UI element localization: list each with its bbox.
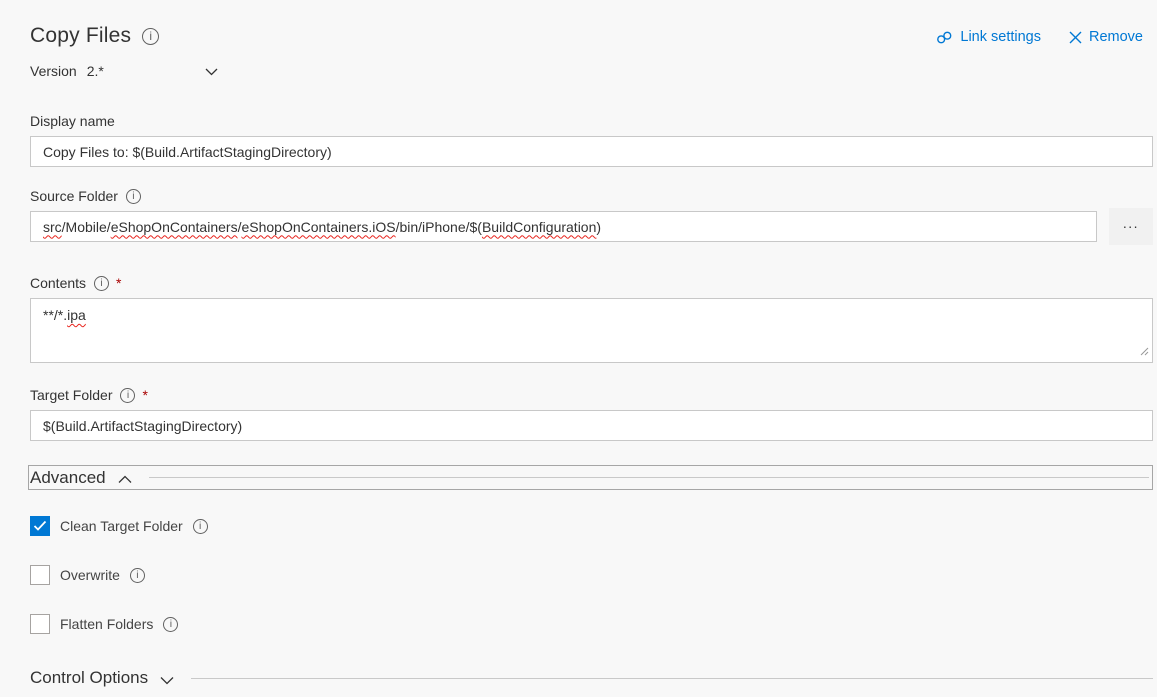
advanced-section-label: Advanced [30, 468, 106, 488]
target-folder-label: Target Folder [30, 387, 112, 403]
contents-label: Contents [30, 275, 86, 291]
checkbox-box[interactable] [30, 614, 50, 634]
display-name-value: Copy Files to: $(Build.ArtifactStagingDi… [43, 144, 332, 160]
checkbox-label: Flatten Folders [60, 616, 153, 632]
value-segment: ) [596, 219, 601, 235]
page-title: Copy Files [30, 24, 131, 48]
version-label: Version [30, 63, 77, 79]
checkbox-flatten-folders[interactable]: Flatten Folders [30, 614, 1157, 634]
version-value: 2.* [87, 63, 205, 79]
required-marker: * [142, 387, 147, 403]
info-icon[interactable] [193, 519, 208, 534]
value-segment: eShopOnContainers [111, 219, 238, 235]
info-icon[interactable] [126, 189, 141, 204]
contents-value: **/*.ipa [43, 307, 1140, 323]
value-segment: /Mobile/ [62, 219, 111, 235]
link-icon [936, 30, 953, 45]
chevron-up-icon [118, 471, 132, 487]
checkbox-box[interactable] [30, 516, 50, 536]
control-options-section-label: Control Options [30, 668, 148, 688]
info-icon[interactable] [163, 617, 178, 632]
task-header: Copy Files Link settings Remove [0, 0, 1157, 48]
section-divider [149, 477, 1149, 478]
info-icon[interactable] [120, 388, 135, 403]
browse-button[interactable]: ... [1109, 208, 1153, 245]
required-marker: * [116, 275, 121, 291]
contents-textarea[interactable]: **/*.ipa [30, 298, 1153, 363]
section-advanced[interactable]: Advanced [28, 465, 1153, 490]
checkbox-label: Overwrite [60, 567, 120, 583]
link-settings-button[interactable]: Link settings [936, 29, 1041, 45]
resize-handle-icon[interactable] [1140, 343, 1149, 359]
value-segment: ipa [67, 307, 86, 323]
value-segment: eShopOnContainers.iOS [241, 219, 395, 235]
source-folder-label: Source Folder [30, 188, 118, 204]
display-name-label: Display name [30, 113, 115, 129]
chevron-down-icon [205, 63, 218, 79]
section-divider [191, 678, 1153, 679]
close-icon [1069, 31, 1082, 44]
chevron-down-icon [160, 672, 174, 688]
link-settings-label: Link settings [960, 29, 1041, 45]
info-icon[interactable] [142, 28, 159, 45]
target-folder-value: $(Build.ArtifactStagingDirectory) [43, 418, 242, 434]
checkbox-overwrite[interactable]: Overwrite [30, 565, 1157, 585]
display-name-input[interactable]: Copy Files to: $(Build.ArtifactStagingDi… [30, 136, 1153, 167]
checkbox-label: Clean Target Folder [60, 518, 183, 534]
value-segment: src [43, 219, 62, 235]
info-icon[interactable] [130, 568, 145, 583]
checkbox-clean-target-folder[interactable]: Clean Target Folder [30, 516, 1157, 536]
section-control-options[interactable]: Control Options [30, 667, 1153, 689]
target-folder-input[interactable]: $(Build.ArtifactStagingDirectory) [30, 410, 1153, 441]
info-icon[interactable] [94, 276, 109, 291]
source-folder-input[interactable]: src/Mobile/eShopOnContainers/eShopOnCont… [30, 211, 1097, 242]
value-segment: BuildConfiguration [482, 219, 596, 235]
remove-label: Remove [1089, 29, 1143, 45]
version-dropdown[interactable]: Version 2.* [30, 63, 218, 79]
remove-button[interactable]: Remove [1069, 29, 1143, 45]
checkbox-box[interactable] [30, 565, 50, 585]
value-segment: **/*. [43, 307, 67, 323]
value-segment: /bin/iPhone/$( [396, 219, 482, 235]
